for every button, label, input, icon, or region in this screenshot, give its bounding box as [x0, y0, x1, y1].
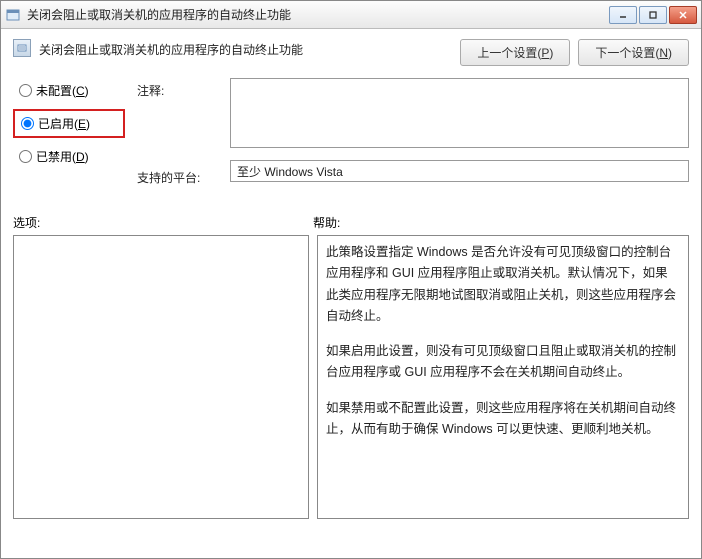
radio-disabled-label: 已禁用(D) [36, 148, 89, 165]
lower-labels: 选项: 帮助: [1, 186, 701, 235]
config-area: 未配置(C) 已启用(E) 已禁用(D) 注释: 支持的平台: 至少 Windo… [1, 70, 701, 186]
window-title: 关闭会阻止或取消关机的应用程序的自动终止功能 [27, 6, 609, 23]
close-button[interactable] [669, 6, 697, 24]
previous-setting-button[interactable]: 上一个设置(P) [460, 39, 570, 66]
field-labels: 注释: 支持的平台: [137, 76, 212, 186]
radio-disabled[interactable]: 已禁用(D) [19, 148, 119, 165]
header-row: 关闭会阻止或取消关机的应用程序的自动终止功能 上一个设置(P) 下一个设置(N) [1, 29, 701, 70]
policy-icon [13, 39, 31, 57]
radio-enabled-highlight: 已启用(E) [13, 109, 125, 138]
nav-buttons: 上一个设置(P) 下一个设置(N) [460, 39, 689, 66]
comment-textarea[interactable] [230, 78, 689, 148]
supported-platform-field: 至少 Windows Vista [230, 160, 689, 182]
help-paragraph-3: 如果禁用或不配置此设置，则这些应用程序将在关机期间自动终止，从而有助于确保 Wi… [326, 398, 680, 441]
help-pane[interactable]: 此策略设置指定 Windows 是否允许没有可见顶级窗口的控制台应用程序和 GU… [317, 235, 689, 519]
radio-enabled-input[interactable] [21, 117, 34, 130]
window-titlebar: 关闭会阻止或取消关机的应用程序的自动终止功能 [1, 1, 701, 29]
radio-disabled-input[interactable] [19, 150, 32, 163]
supported-platform-value: 至少 Windows Vista [237, 163, 343, 180]
help-paragraph-1: 此策略设置指定 Windows 是否允许没有可见顶级窗口的控制台应用程序和 GU… [326, 242, 680, 327]
radio-not-configured-label: 未配置(C) [36, 82, 89, 99]
minimize-button[interactable] [609, 6, 637, 24]
window-controls [609, 6, 697, 24]
maximize-button[interactable] [639, 6, 667, 24]
help-label: 帮助: [313, 214, 340, 231]
options-label: 选项: [13, 214, 313, 231]
lower-panes: 此策略设置指定 Windows 是否允许没有可见顶级窗口的控制台应用程序和 GU… [1, 235, 701, 531]
radio-group: 未配置(C) 已启用(E) 已禁用(D) [19, 76, 119, 186]
comment-label: 注释: [137, 82, 212, 99]
radio-enabled-label: 已启用(E) [38, 115, 90, 132]
options-pane[interactable] [13, 235, 309, 519]
field-values: 至少 Windows Vista [230, 76, 689, 186]
next-setting-button[interactable]: 下一个设置(N) [578, 39, 689, 66]
setting-title: 关闭会阻止或取消关机的应用程序的自动终止功能 [39, 39, 452, 58]
radio-not-configured[interactable]: 未配置(C) [19, 82, 119, 99]
platform-label: 支持的平台: [137, 169, 212, 186]
app-icon [5, 7, 21, 23]
radio-not-configured-input[interactable] [19, 84, 32, 97]
radio-enabled[interactable]: 已启用(E) [21, 115, 117, 132]
help-paragraph-2: 如果启用此设置，则没有可见顶级窗口且阻止或取消关机的控制台应用程序或 GUI 应… [326, 341, 680, 384]
